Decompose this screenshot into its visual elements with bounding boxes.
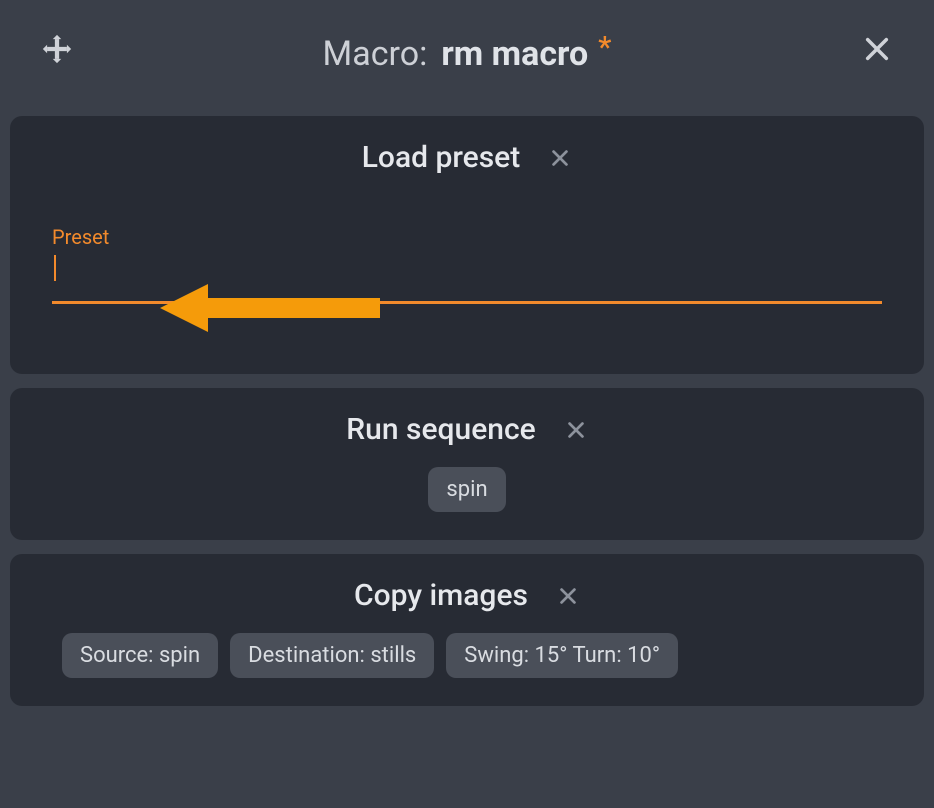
title-prefix: Macro:: [323, 34, 428, 74]
step-load-preset: Load preset Preset: [10, 116, 924, 374]
step-title: Copy images: [354, 578, 528, 613]
macro-dialog-header: Macro: rm macro *: [0, 0, 934, 116]
step-title: Run sequence: [346, 412, 535, 447]
preset-input-label: Preset: [52, 225, 882, 249]
remove-step-button[interactable]: [556, 584, 580, 608]
remove-step-button[interactable]: [564, 418, 588, 442]
step-run-sequence: Run sequence spin: [10, 388, 924, 540]
copy-destination-chip[interactable]: Destination: stills: [230, 633, 434, 678]
step-title: Load preset: [362, 140, 521, 175]
sequence-chip[interactable]: spin: [428, 467, 505, 512]
macro-steps-list: Load preset Preset Run sequence: [0, 116, 934, 706]
modified-indicator: *: [598, 30, 611, 65]
text-cursor: [54, 255, 56, 281]
remove-step-button[interactable]: [548, 146, 572, 170]
copy-angles-chip[interactable]: Swing: 15° Turn: 10°: [446, 633, 678, 678]
copy-source-chip[interactable]: Source: spin: [62, 633, 218, 678]
step-copy-images: Copy images Source: spin Destination: st…: [10, 554, 924, 706]
move-icon[interactable]: [40, 32, 74, 66]
close-dialog-button[interactable]: [860, 32, 894, 66]
preset-input[interactable]: [52, 255, 882, 304]
dialog-title: Macro: rm macro *: [323, 34, 612, 74]
title-macro-name: rm macro: [441, 34, 588, 74]
